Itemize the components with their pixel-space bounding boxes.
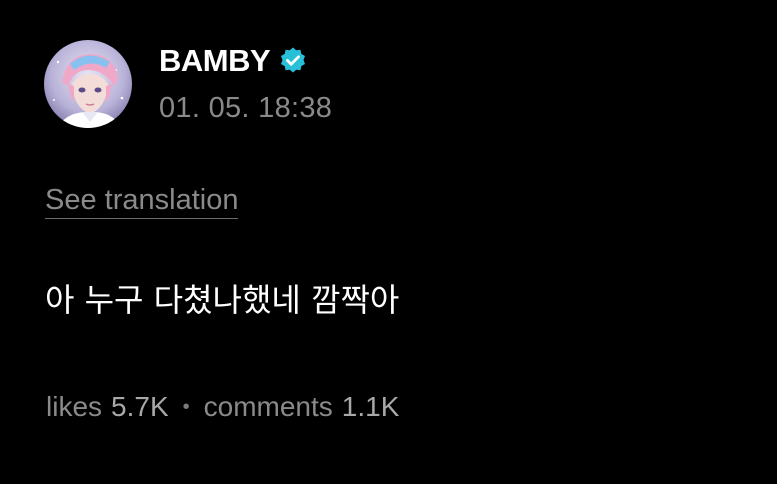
verified-badge-icon (278, 46, 308, 76)
post-stats: likes 5.7K • comments 1.1K (46, 387, 399, 427)
likes-value: 5.7K (111, 391, 169, 422)
comments-count[interactable]: comments 1.1K (204, 387, 400, 427)
post-timestamp: 01. 05. 18:38 (159, 92, 333, 124)
avatar-image (44, 40, 132, 128)
comments-value: 1.1K (341, 391, 400, 422)
comments-label: comments (203, 391, 333, 422)
stats-separator: • (182, 396, 190, 418)
author-avatar[interactable] (44, 40, 132, 128)
author-header: BAMBY (159, 40, 308, 82)
likes-count[interactable]: likes 5.7K (46, 387, 169, 427)
see-translation-link[interactable]: See translation (45, 182, 239, 219)
likes-label: likes (46, 391, 103, 422)
post-content: 아 누구 다쳤나했네 깜짝아 (45, 281, 400, 319)
author-name[interactable]: BAMBY (159, 40, 271, 82)
